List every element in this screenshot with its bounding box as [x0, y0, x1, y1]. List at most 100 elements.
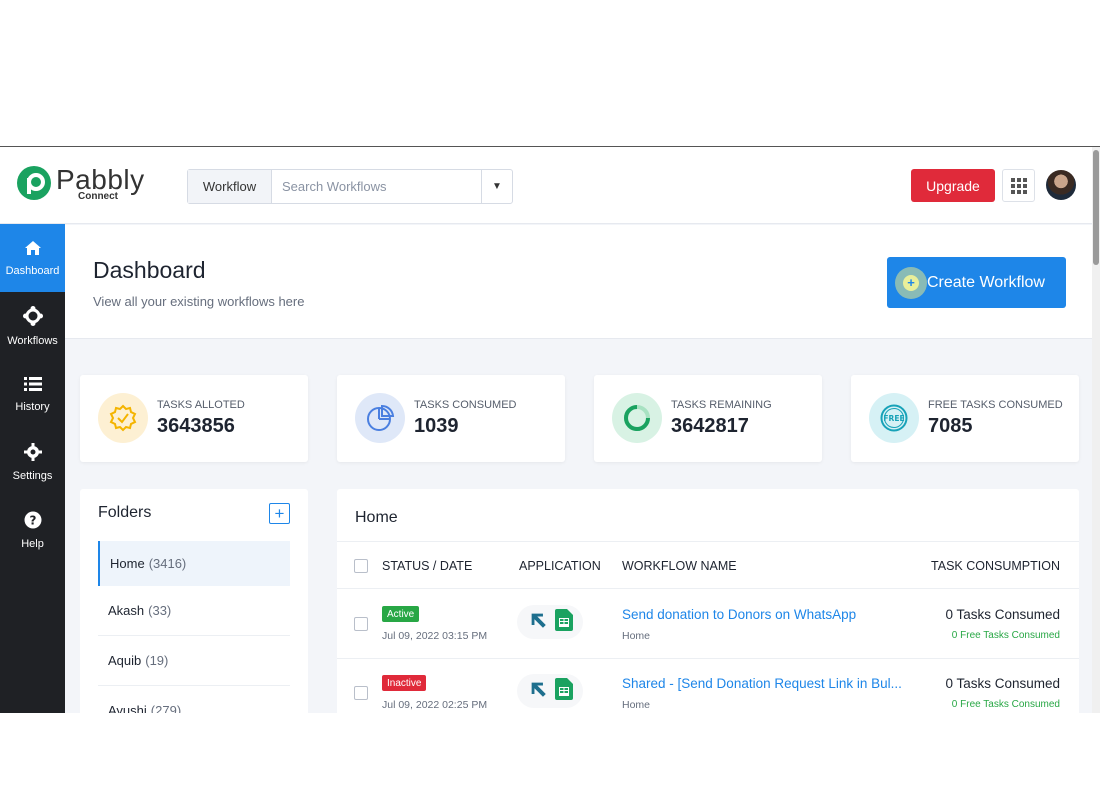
table-header: STATUS / DATE APPLICATION WORKFLOW NAME …: [337, 541, 1079, 589]
stat-value: 3642817: [671, 415, 749, 437]
folders-panel: Folders + Home (3416) Akash (33) Aquib (…: [80, 489, 308, 713]
stat-value: 3643856: [157, 415, 235, 437]
scrollbar-thumb[interactable]: [1093, 150, 1099, 265]
create-workflow-button[interactable]: + Create Workflow: [887, 257, 1066, 308]
table-row[interactable]: Inactive Jul 09, 2022 02:25 PM Shared - …: [337, 659, 1079, 713]
table-row[interactable]: Active Jul 09, 2022 03:15 PM Send donati…: [337, 590, 1079, 659]
panel-title: Home: [355, 509, 398, 526]
sidebar-item-dashboard[interactable]: Dashboard: [0, 224, 65, 292]
folder-item-aquib[interactable]: Aquib (19): [98, 636, 290, 686]
row-checkbox[interactable]: [354, 686, 368, 700]
row-checkbox[interactable]: [354, 617, 368, 631]
top-bar: Pabbly Connect Workflow ▼ Upgrade: [0, 147, 1092, 224]
folders-title: Folders: [98, 504, 152, 521]
workflow-name-link[interactable]: Send donation to Donors on WhatsApp: [622, 607, 856, 622]
search-dropdown-button[interactable]: ▼: [481, 170, 512, 203]
grid-dot: [1016, 189, 1021, 194]
workflow-folder: Home: [622, 699, 651, 711]
grid-dot: [1022, 189, 1027, 194]
grid-dot: [1016, 183, 1021, 188]
home-icon: [24, 240, 42, 259]
search-input[interactable]: [272, 170, 481, 203]
folder-item-akash[interactable]: Akash (33): [98, 586, 290, 636]
grid-dot: [1022, 177, 1027, 182]
column-workflow-name: WORKFLOW NAME: [622, 559, 737, 573]
folder-item-ayushi[interactable]: Ayushi (279): [98, 686, 290, 713]
plus-circle-icon: +: [903, 274, 919, 291]
sidebar-item-workflows[interactable]: Workflows: [0, 292, 65, 360]
select-all-checkbox[interactable]: [354, 559, 368, 573]
workflow-folder: Home: [622, 630, 651, 642]
settings-icon: [23, 442, 42, 464]
caret-down-icon: ▼: [492, 181, 502, 192]
free-icon: FREE: [869, 393, 919, 443]
free-tasks-consumed: 0 Free Tasks Consumed: [951, 699, 1060, 710]
stat-label: FREE TASKS CONSUMED: [928, 399, 1063, 411]
create-workflow-label: Create Workflow: [927, 273, 1045, 291]
status-badge: Active: [382, 606, 420, 622]
stat-label: TASKS REMAINING: [671, 399, 772, 411]
search-bar: Workflow ▼: [187, 169, 513, 204]
apps-grid-button[interactable]: [1002, 169, 1035, 202]
workflows-icon: [22, 305, 43, 329]
stat-card-tasks-alloted: TASKS ALLOTED 3643856: [80, 375, 308, 462]
folder-count: (19): [145, 653, 169, 668]
free-tasks-consumed: 0 Free Tasks Consumed: [951, 630, 1060, 641]
folder-count: (33): [148, 603, 172, 618]
folder-count: (279): [150, 703, 182, 713]
sidebar-item-history[interactable]: History: [0, 360, 65, 428]
sidebar-item-label: Dashboard: [5, 264, 60, 277]
svg-text:?: ?: [29, 513, 36, 527]
workflows-panel: Home STATUS / DATE APPLICATION WORKFLOW …: [337, 489, 1079, 713]
grid-dot: [1016, 177, 1021, 182]
brand-logo[interactable]: Pabbly Connect: [17, 166, 145, 202]
grid-dot: [1010, 183, 1015, 188]
grid-dot: [1022, 183, 1027, 188]
pie-chart-icon: [355, 393, 405, 443]
application-icons: [517, 674, 583, 708]
folder-name: Akash: [108, 603, 145, 618]
page-title: Dashboard: [93, 257, 206, 283]
stat-label: TASKS ALLOTED: [157, 399, 245, 411]
user-avatar[interactable]: [1046, 170, 1076, 200]
sidebar-item-settings[interactable]: Settings: [0, 428, 65, 496]
brand-name: Pabbly: [56, 164, 145, 195]
folder-name: Aquib: [108, 653, 142, 668]
search-type-label[interactable]: Workflow: [188, 170, 272, 203]
stat-card-free-tasks-consumed: FREE FREE TASKS CONSUMED 7085: [851, 375, 1079, 462]
pabbly-logo-icon: [17, 166, 51, 200]
folder-item-home[interactable]: Home (3416): [98, 541, 290, 586]
sidebar: Dashboard Workflows History Settings ? H…: [0, 224, 65, 713]
page-header: Dashboard View all your existing workflo…: [65, 225, 1092, 339]
stat-value: 7085: [928, 415, 973, 437]
workflow-name-link[interactable]: Shared - [Send Donation Request Link in …: [622, 676, 902, 691]
stat-card-tasks-remaining: TASKS REMAINING 3642817: [594, 375, 822, 462]
vertical-scrollbar[interactable]: [1092, 147, 1100, 713]
progress-ring-icon: [612, 393, 662, 443]
grid-dot: [1010, 177, 1015, 182]
tasks-consumed: 0 Tasks Consumed: [945, 607, 1060, 622]
folder-count: (3416): [148, 556, 187, 571]
folder-name: Home: [110, 556, 145, 571]
tasks-consumed: 0 Tasks Consumed: [945, 676, 1060, 691]
sidebar-item-label: Help: [21, 537, 44, 550]
history-icon: [23, 376, 42, 395]
sidebar-item-help[interactable]: ? Help: [0, 496, 65, 564]
application-icons: [517, 605, 583, 639]
upgrade-button[interactable]: Upgrade: [911, 169, 995, 202]
column-status: STATUS / DATE: [382, 559, 473, 573]
donation-app-icon: [527, 679, 549, 704]
help-icon: ?: [24, 511, 42, 532]
google-sheets-icon: [555, 677, 573, 705]
sidebar-item-label: History: [15, 400, 50, 413]
folder-name: Ayushi: [108, 703, 147, 713]
stat-label: TASKS CONSUMED: [414, 399, 517, 411]
stat-card-tasks-consumed: TASKS CONSUMED 1039: [337, 375, 565, 462]
folder-list: Home (3416) Akash (33) Aquib (19) Ayushi…: [98, 541, 290, 713]
add-folder-button[interactable]: +: [269, 503, 290, 524]
google-sheets-icon: [555, 608, 573, 636]
status-badge: Inactive: [382, 675, 427, 691]
donation-app-icon: [527, 610, 549, 635]
badge-check-icon: [98, 393, 148, 443]
sidebar-item-label: Workflows: [7, 334, 58, 347]
